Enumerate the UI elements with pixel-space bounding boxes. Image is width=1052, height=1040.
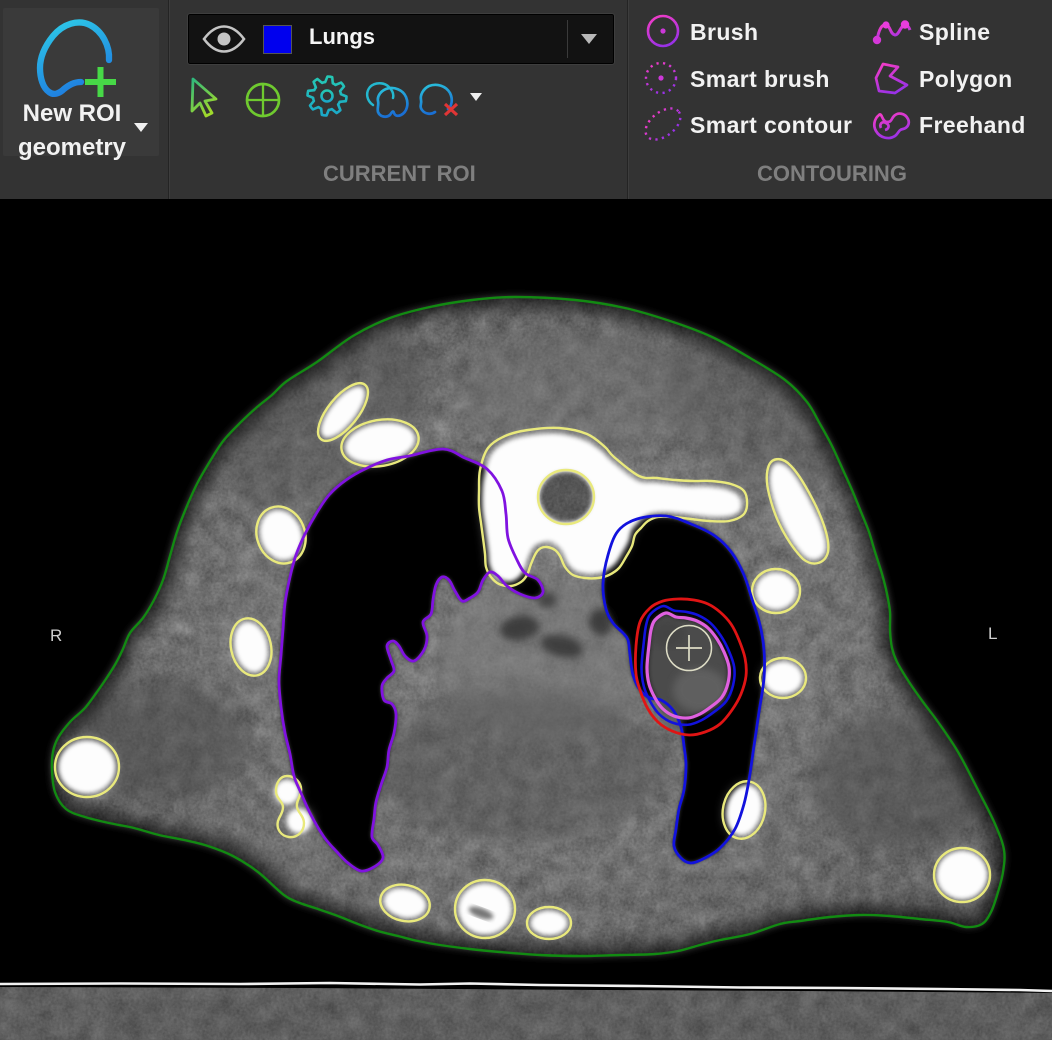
svg-text:R: R bbox=[50, 626, 62, 645]
svg-text:L: L bbox=[988, 624, 997, 643]
